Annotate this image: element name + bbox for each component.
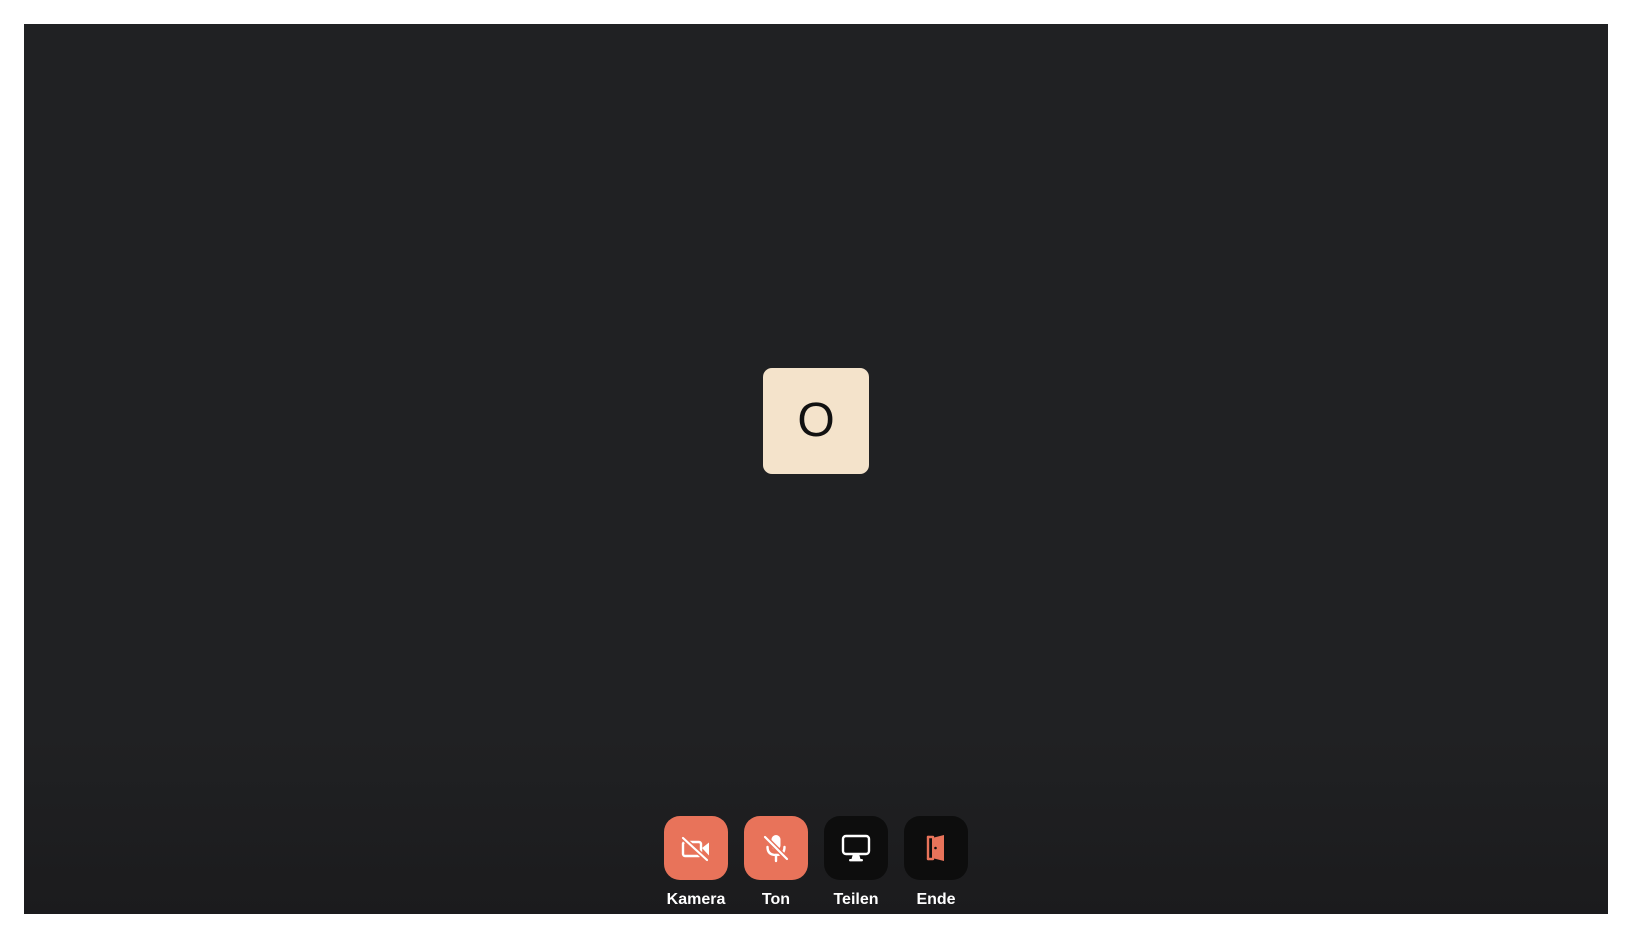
share-control[interactable]: Teilen xyxy=(824,816,888,909)
participant-avatar: O xyxy=(763,368,869,474)
camera-control[interactable]: Kamera xyxy=(664,816,728,909)
audio-label: Ton xyxy=(761,891,791,908)
audio-toggle-button[interactable] xyxy=(744,816,808,880)
microphone-off-icon xyxy=(763,835,789,863)
share-screen-button[interactable] xyxy=(824,816,888,880)
door-exit-icon xyxy=(926,835,944,861)
call-controls: Kamera Ton Teilen Ende xyxy=(664,816,968,909)
camera-toggle-button[interactable] xyxy=(664,816,728,880)
camera-label: Kamera xyxy=(666,891,726,908)
end-control[interactable]: Ende xyxy=(904,816,968,909)
end-call-button[interactable] xyxy=(904,816,968,880)
call-window: O Kamera Ton Teilen Ende xyxy=(24,24,1608,914)
audio-control[interactable]: Ton xyxy=(744,816,808,909)
participant-initial: O xyxy=(797,394,835,447)
camera-off-icon xyxy=(681,836,709,862)
monitor-icon xyxy=(841,834,871,862)
end-label: Ende xyxy=(916,891,956,908)
share-label: Teilen xyxy=(833,891,879,908)
